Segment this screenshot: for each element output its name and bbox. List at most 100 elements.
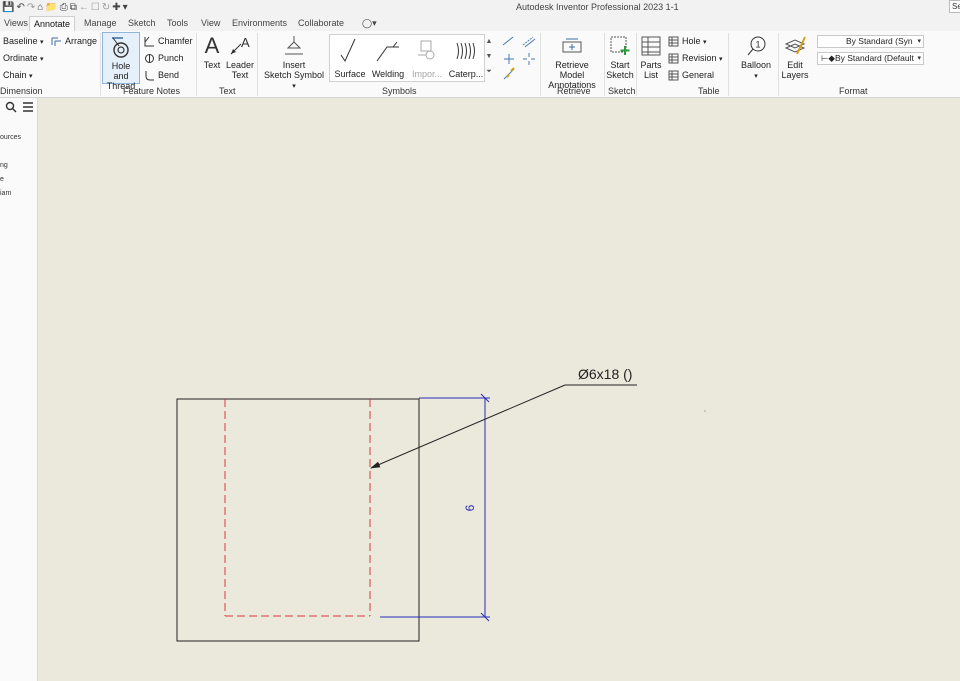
update-icon[interactable]: ↻ <box>102 2 110 14</box>
dimension-style-dropdown[interactable]: ⊢◆By Standard (Default ▾ <box>817 52 924 65</box>
arrange-icon <box>51 37 61 47</box>
hole-note-leader[interactable] <box>370 384 637 469</box>
surface-symbol-button[interactable]: Surface <box>332 35 368 79</box>
sketch-symbol-icon <box>285 36 303 55</box>
search-icon[interactable] <box>5 101 17 113</box>
back-icon[interactable]: ← <box>79 2 89 14</box>
hole-table-button[interactable]: Hole ▾ <box>668 36 707 48</box>
group-label-dimension: Dimension <box>0 86 43 96</box>
import-icon <box>418 40 435 60</box>
tab-tools[interactable]: Tools <box>163 16 192 31</box>
browser-item[interactable]: iam <box>0 190 11 197</box>
balloon-label: Balloon <box>740 60 772 70</box>
baseline-button[interactable]: Baseline ▾ <box>3 36 44 48</box>
model-browser: ources ng e iam <box>0 98 38 681</box>
leader-text-button[interactable]: A Leader Text <box>226 34 254 80</box>
hidden-hole-lines[interactable] <box>224 399 371 617</box>
drawing-canvas[interactable] <box>39 98 960 681</box>
text-button[interactable]: A Text <box>200 34 224 71</box>
tab-annotate[interactable]: Annotate <box>29 16 76 31</box>
start-sketch-button[interactable]: Start Sketch <box>606 34 634 80</box>
insert-label-line2: Sketch Symbol <box>263 70 325 80</box>
menu-icon[interactable] <box>22 101 34 113</box>
tab-view[interactable]: View <box>197 16 224 31</box>
hole-and-thread-button[interactable]: Hole and Thread <box>102 32 140 91</box>
retrieve-model-annotations-button[interactable]: Retrieve Model Annotations <box>543 34 601 90</box>
centerline-bisector-icon[interactable] <box>522 36 536 48</box>
start-sketch-label-line1: Start <box>610 60 630 70</box>
hole-table-icon <box>668 36 679 47</box>
caterpillar-symbol-button[interactable]: Caterp... <box>447 35 485 79</box>
part-outline[interactable] <box>176 398 420 642</box>
revision-table-button[interactable]: Revision ▾ <box>668 53 723 65</box>
ribbon-separator <box>100 33 101 96</box>
open-icon[interactable]: 📁 <box>45 2 57 14</box>
save-icon[interactable]: 💾 <box>2 2 14 14</box>
expand-gallery-icon[interactable]: ⏷ <box>484 64 494 79</box>
ordinate-button[interactable]: Ordinate ▾ <box>3 53 44 65</box>
select-icon[interactable]: ☐ <box>91 2 100 14</box>
auto-centerline-icon[interactable] <box>503 67 515 80</box>
ribbon-tabs: Views Annotate Manage Sketch Tools View … <box>0 15 960 31</box>
centerline-icon[interactable] <box>502 36 514 46</box>
browser-item[interactable]: e <box>0 176 4 183</box>
chain-button[interactable]: Chain ▾ <box>3 70 33 82</box>
group-label-table: Table <box>698 86 720 96</box>
import-symbol-button[interactable]: Impor... <box>408 35 446 79</box>
ribbon-separator <box>636 33 637 96</box>
general-table-button[interactable]: General <box>668 70 714 81</box>
revision-table-label: Revision <box>682 53 717 63</box>
dimension-style-icon: ⊢◆ <box>821 53 835 63</box>
balloon-dropdown-icon[interactable]: ▾ <box>754 73 758 80</box>
welding-symbol-button[interactable]: Welding <box>369 35 407 79</box>
search-input[interactable]: Se <box>949 0 960 13</box>
bend-button[interactable]: Bend <box>144 70 179 81</box>
undo-icon[interactable]: ↶ <box>16 2 24 14</box>
group-label-format: Format <box>839 86 868 96</box>
surface-label: Surface <box>334 69 366 79</box>
centered-pattern-icon[interactable] <box>523 53 535 65</box>
scroll-up-icon[interactable]: ▲ <box>484 34 494 49</box>
chain-label: Chain <box>3 70 27 80</box>
center-mark-icon[interactable] <box>504 54 514 64</box>
style-dropdown[interactable]: By Standard (Syn ▾ <box>817 35 924 48</box>
surface-texture-icon <box>340 38 356 63</box>
tab-environments[interactable]: Environments <box>228 16 291 31</box>
tab-collaborate[interactable]: Collaborate <box>294 16 348 31</box>
tab-manage[interactable]: Manage <box>80 16 121 31</box>
chamfer-button[interactable]: Chamfer <box>144 36 193 47</box>
hole-thread-icon <box>112 37 129 58</box>
svg-text:A: A <box>241 35 250 50</box>
scroll-down-icon[interactable]: ▼ <box>484 49 494 64</box>
customize-qat-icon[interactable]: ▾ <box>123 2 128 14</box>
ribbon-separator <box>196 33 197 96</box>
punch-button[interactable]: Punch <box>144 53 184 64</box>
leader-text-label-line1: Leader <box>226 60 255 70</box>
hole-note-text[interactable]: Ø6x18 () <box>578 366 632 382</box>
home-icon[interactable]: ⌂ <box>37 2 43 14</box>
bend-label: Bend <box>158 70 180 80</box>
print-icon[interactable]: ⎙ <box>60 2 68 14</box>
dimension-value[interactable]: 9 <box>462 505 476 512</box>
parts-list-button[interactable]: Parts List <box>639 34 663 80</box>
start-sketch-label-line2: Sketch <box>606 70 634 80</box>
arrange-button[interactable]: Arrange <box>51 36 97 47</box>
tab-overflow-icon[interactable]: ◯▾ <box>358 16 381 31</box>
group-label-sketch: Sketch <box>608 86 636 96</box>
gallery-scroll[interactable]: ▲ ▼ ⏷ <box>484 34 494 82</box>
group-label-symbols: Symbols <box>382 86 417 96</box>
tab-sketch[interactable]: Sketch <box>124 16 160 31</box>
copy-icon[interactable]: ⧉ <box>70 2 77 14</box>
redo-icon[interactable]: ↷ <box>27 2 35 14</box>
insert-sketch-symbol-button[interactable]: Insert Sketch Symbol ▾ <box>263 34 325 92</box>
title-bar: 💾 ↶ ↷ ⌂ 📁 ⎙ ⧉ ← ☐ ↻ ✚ ▾ Autodesk Invento… <box>0 0 960 15</box>
add-icon[interactable]: ✚ <box>112 2 120 14</box>
group-label-feature-notes: Feature Notes <box>123 86 181 96</box>
browser-item[interactable]: ng <box>0 162 8 169</box>
balloon-button[interactable]: 1 Balloon ▾ <box>738 34 774 82</box>
text-label: Text <box>203 60 221 70</box>
browser-item[interactable]: ources <box>0 134 21 141</box>
edit-layers-button[interactable]: Edit Layers <box>781 34 809 80</box>
tab-views[interactable]: Views <box>0 16 32 31</box>
browser-header <box>0 98 38 116</box>
